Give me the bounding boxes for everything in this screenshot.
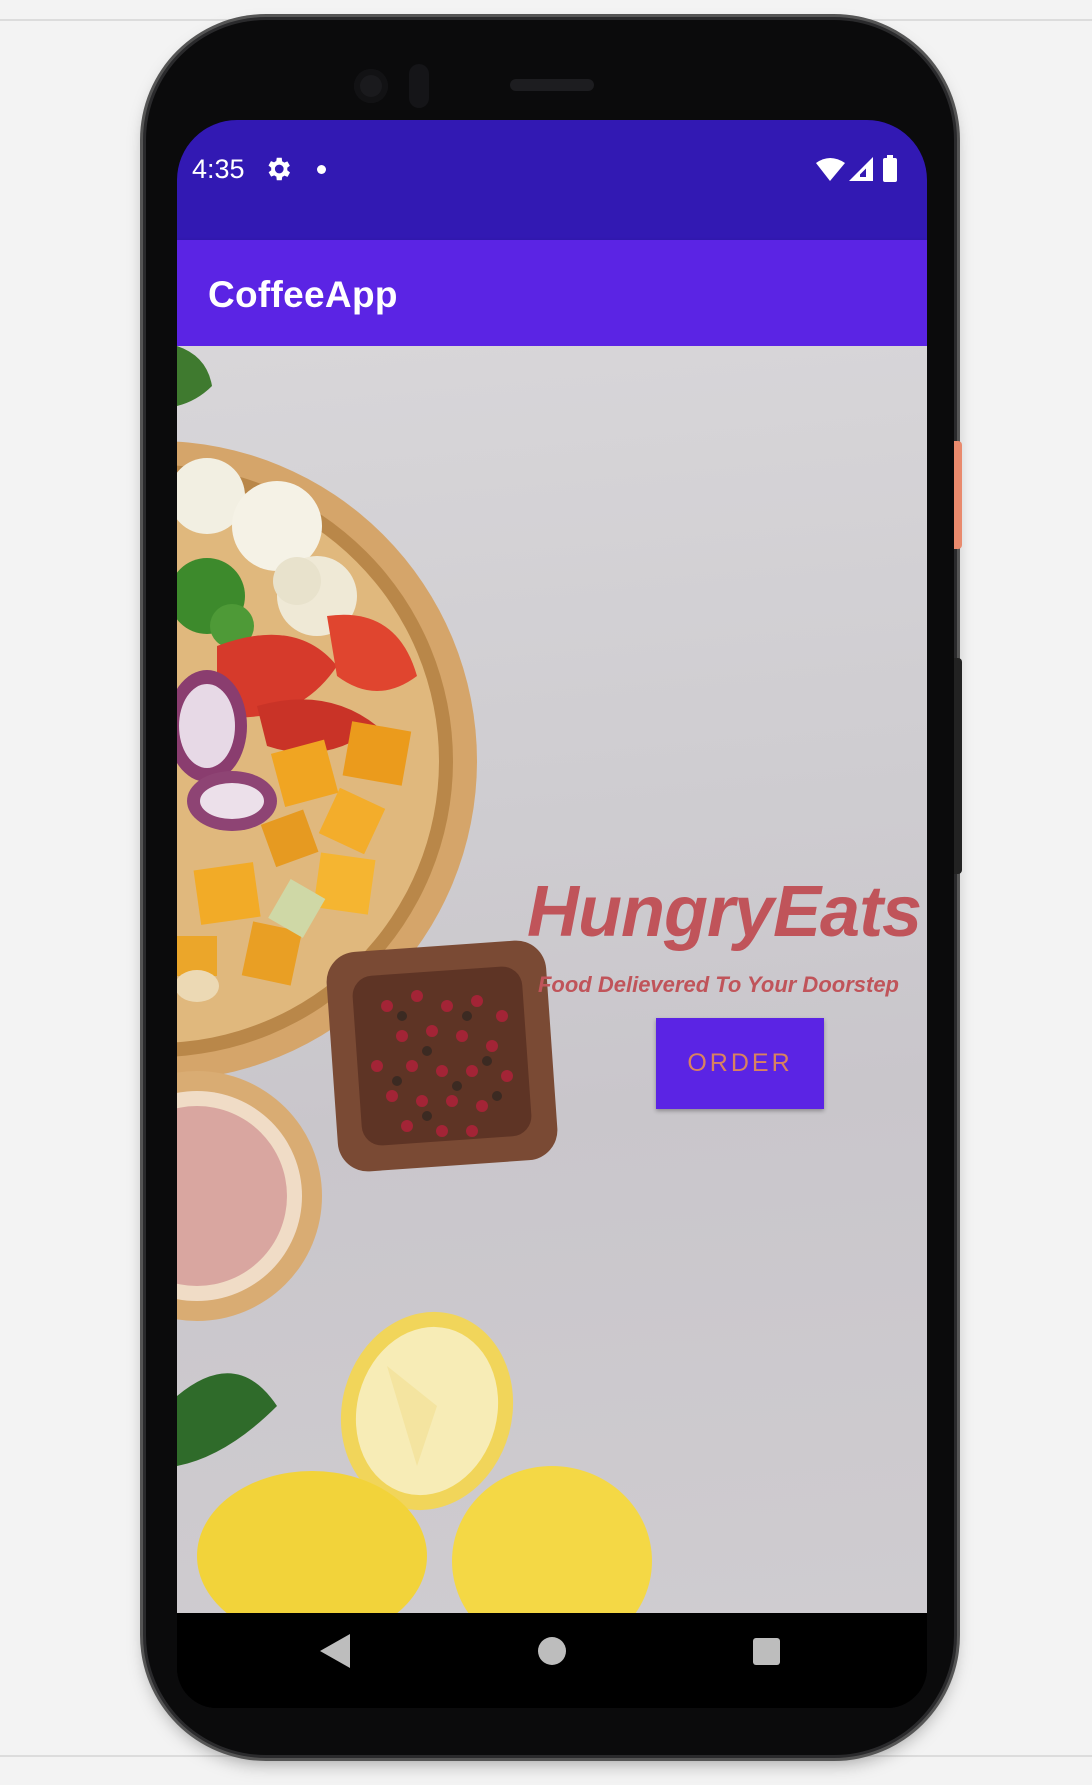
home-icon[interactable] [538,1637,566,1665]
earpiece-speaker [510,79,594,91]
main-content: HungryEats Food Delievered To Your Doors… [177,346,927,1613]
navigation-bar [177,1613,927,1708]
proximity-sensor [409,64,429,108]
app-title: CoffeeApp [208,274,398,315]
wifi-icon [816,158,845,181]
front-camera [354,69,388,103]
gear-icon [268,157,290,181]
recents-icon[interactable] [753,1638,780,1665]
app-bar: CoffeeApp [177,240,927,346]
notification-dot-icon [317,165,326,174]
status-bar: 4:35 [177,120,927,240]
tagline: Food Delievered To Your Doorstep [537,972,899,997]
back-icon[interactable] [320,1634,350,1668]
status-time: 4:35 [192,154,245,184]
system-status-icons [816,155,897,182]
volume-button[interactable] [954,658,962,874]
brand-title: HungryEats [527,872,922,952]
order-button[interactable]: ORDER [656,1018,824,1109]
battery-icon [883,155,897,182]
device-screen: 4:35 CoffeeApp HungryEats Food Delievere… [177,120,927,1708]
bottom-divider [0,1755,1092,1757]
power-button[interactable] [954,441,962,549]
cellular-signal-icon [849,157,873,181]
